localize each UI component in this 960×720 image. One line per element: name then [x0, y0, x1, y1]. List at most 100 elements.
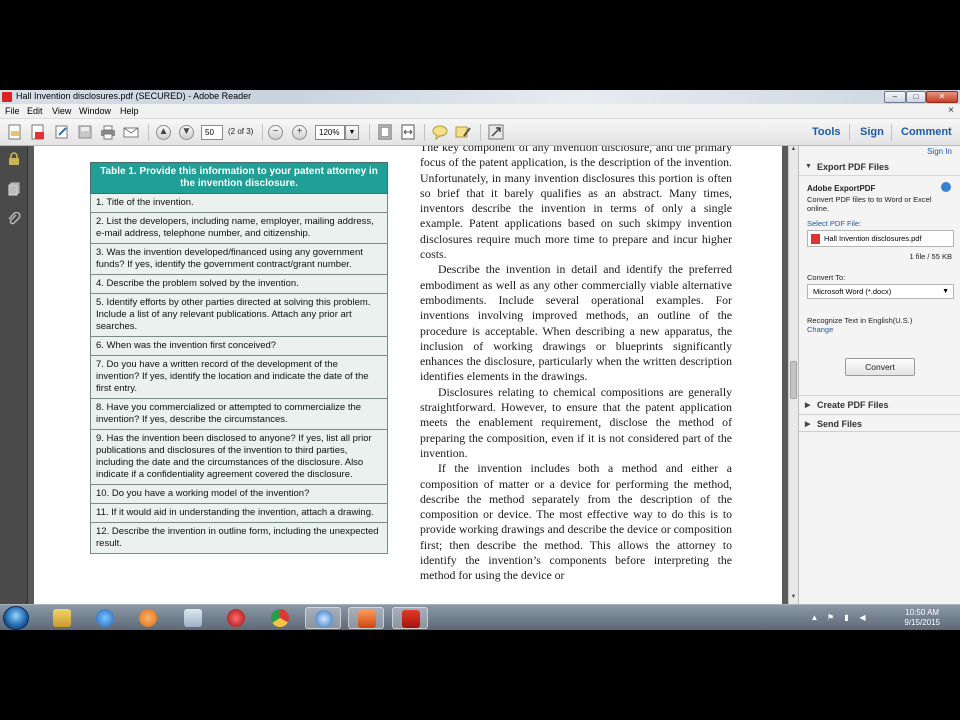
separator — [891, 124, 892, 141]
fit-width-icon[interactable] — [400, 124, 416, 140]
taskbar-adobe-reader[interactable] — [392, 607, 428, 629]
table-row: 6. When was the invention first conceive… — [90, 336, 388, 356]
page-up-icon[interactable]: ▲ — [156, 125, 171, 140]
document-area[interactable]: Table 1. Provide this information to you… — [28, 146, 788, 604]
clock[interactable]: 10:50 AM 9/15/2015 — [904, 608, 940, 628]
convert-to-label: Convert To: — [807, 273, 846, 282]
taskbar-calculator[interactable] — [175, 607, 211, 629]
highlight-icon[interactable] — [455, 124, 471, 140]
table-row: 8. Have you commercialized or attempted … — [90, 398, 388, 430]
zoom-out-icon[interactable]: − — [268, 125, 283, 140]
attachment-icon[interactable] — [7, 212, 21, 226]
zoom-input[interactable]: 120% — [315, 125, 345, 140]
pdf-page: Table 1. Provide this information to you… — [34, 146, 782, 604]
table-row: 12. Describe the invention in outline fo… — [90, 522, 388, 554]
separator — [369, 124, 370, 141]
read-mode-icon[interactable] — [488, 124, 504, 140]
lock-icon[interactable] — [7, 152, 21, 166]
taskbar-file-explorer[interactable] — [44, 607, 80, 629]
separator — [424, 124, 425, 141]
send-files-section-header[interactable]: ▶ Send Files — [799, 414, 960, 432]
menu-help[interactable]: Help — [120, 106, 139, 116]
page-count: (2 of 3) — [228, 127, 254, 136]
folder-icon — [53, 609, 71, 627]
pages-icon[interactable] — [7, 182, 21, 196]
network-icon[interactable]: ▮ — [842, 613, 851, 622]
change-link[interactable]: Change — [807, 325, 833, 334]
separator — [148, 124, 149, 141]
scroll-down-icon[interactable]: ▼ — [789, 594, 798, 604]
recognize-text-label: Recognize Text in English(U.S.) — [807, 316, 913, 325]
section-title: Create PDF Files — [817, 400, 889, 410]
system-tray: ▲ ⚑ ▮ ◀ 10:50 AM 9/15/2015 — [806, 607, 956, 629]
attorney-info-table: Table 1. Provide this information to you… — [90, 162, 388, 554]
table-row: 5. Identify efforts by other parties dir… — [90, 293, 388, 337]
edit-icon[interactable] — [54, 124, 70, 140]
volume-icon[interactable]: ◀ — [858, 613, 867, 622]
section-title: Export PDF Files — [817, 162, 890, 172]
sign-in-link[interactable]: Sign In — [927, 147, 952, 156]
taskbar-game-app[interactable] — [218, 607, 254, 629]
maximize-button[interactable]: □ — [906, 91, 926, 103]
menu-bar: File Edit View Window Help × — [0, 104, 960, 119]
convert-button[interactable]: Convert — [845, 358, 915, 376]
toolbar: ▲ ▼ 50 (2 of 3) − + 120% ▼ Tools Sign Co… — [0, 119, 960, 146]
menu-file[interactable]: File — [5, 106, 20, 116]
flag-icon[interactable]: ⚑ — [826, 613, 835, 622]
taskbar-dell-app[interactable] — [305, 607, 341, 629]
taskbar-chrome[interactable] — [262, 607, 298, 629]
page-number-input[interactable]: 50 — [201, 125, 223, 140]
scrollbar-thumb[interactable] — [790, 361, 797, 399]
paragraph: If the invention includes both a method … — [420, 461, 732, 583]
convert-to-value: Microsoft Word (*.docx) — [813, 287, 892, 296]
email-icon[interactable] — [123, 124, 139, 140]
table-row: 3. Was the invention developed/financed … — [90, 243, 388, 275]
create-pdf-section-header[interactable]: ▶ Create PDF Files — [799, 395, 960, 413]
dropdown-arrow-icon: ▼ — [942, 288, 949, 295]
export-pdf-section-header[interactable]: ▼ Export PDF Files — [799, 158, 960, 176]
convert-to-select[interactable]: Microsoft Word (*.docx) ▼ — [807, 284, 954, 299]
zoom-dropdown-icon[interactable]: ▼ — [345, 125, 359, 140]
adobe-reader-taskbar-icon — [402, 610, 420, 628]
start-button[interactable] — [3, 606, 29, 630]
dell-icon — [315, 610, 333, 628]
paragraph: The key component of any invention discl… — [420, 146, 732, 262]
calculator-icon — [184, 609, 202, 627]
menu-view[interactable]: View — [52, 106, 71, 116]
menu-window[interactable]: Window — [79, 106, 111, 116]
close-button[interactable]: ✕ — [926, 91, 958, 103]
scroll-up-icon[interactable]: ▲ — [789, 146, 798, 156]
print-icon[interactable] — [100, 124, 116, 140]
taskbar-powerpoint[interactable] — [348, 607, 384, 629]
expand-triangle-icon: ▶ — [805, 402, 811, 409]
fit-page-icon[interactable] — [377, 124, 393, 140]
taskbar-internet-explorer[interactable] — [87, 607, 123, 629]
collapse-triangle-icon: ▼ — [805, 163, 812, 170]
clock-time: 10:50 AM — [905, 608, 940, 617]
comment-link[interactable]: Comment — [901, 126, 952, 138]
minimize-button[interactable]: – — [884, 91, 906, 103]
menu-edit[interactable]: Edit — [27, 106, 43, 116]
export-pdf-icon[interactable] — [30, 124, 46, 140]
select-file-label: Select PDF File: — [807, 219, 862, 228]
sign-link[interactable]: Sign — [860, 126, 884, 138]
separator — [849, 124, 850, 141]
body-text: The key component of any invention discl… — [420, 146, 732, 584]
screen: Hall Invention disclosures.pdf (SECURED)… — [0, 90, 960, 630]
tools-link[interactable]: Tools — [812, 126, 841, 138]
table-row: 4. Describe the problem solved by the in… — [90, 274, 388, 294]
comment-icon[interactable] — [432, 124, 448, 140]
save-icon[interactable] — [77, 124, 93, 140]
vertical-scrollbar[interactable]: ▲ ▼ — [788, 146, 798, 604]
show-hidden-icons-icon[interactable]: ▲ — [810, 613, 819, 622]
create-pdf-icon[interactable] — [7, 124, 23, 140]
zoom-in-icon[interactable]: + — [292, 125, 307, 140]
taskbar-media-player[interactable] — [130, 607, 166, 629]
separator — [480, 124, 481, 141]
page-down-icon[interactable]: ▼ — [179, 125, 194, 140]
export-info-icon — [941, 182, 951, 192]
close-document-icon[interactable]: × — [948, 105, 954, 116]
media-player-icon — [139, 609, 157, 627]
product-name: Adobe ExportPDF — [807, 184, 876, 193]
selected-file-field[interactable]: Hall Invention disclosures.pdf — [807, 230, 954, 247]
